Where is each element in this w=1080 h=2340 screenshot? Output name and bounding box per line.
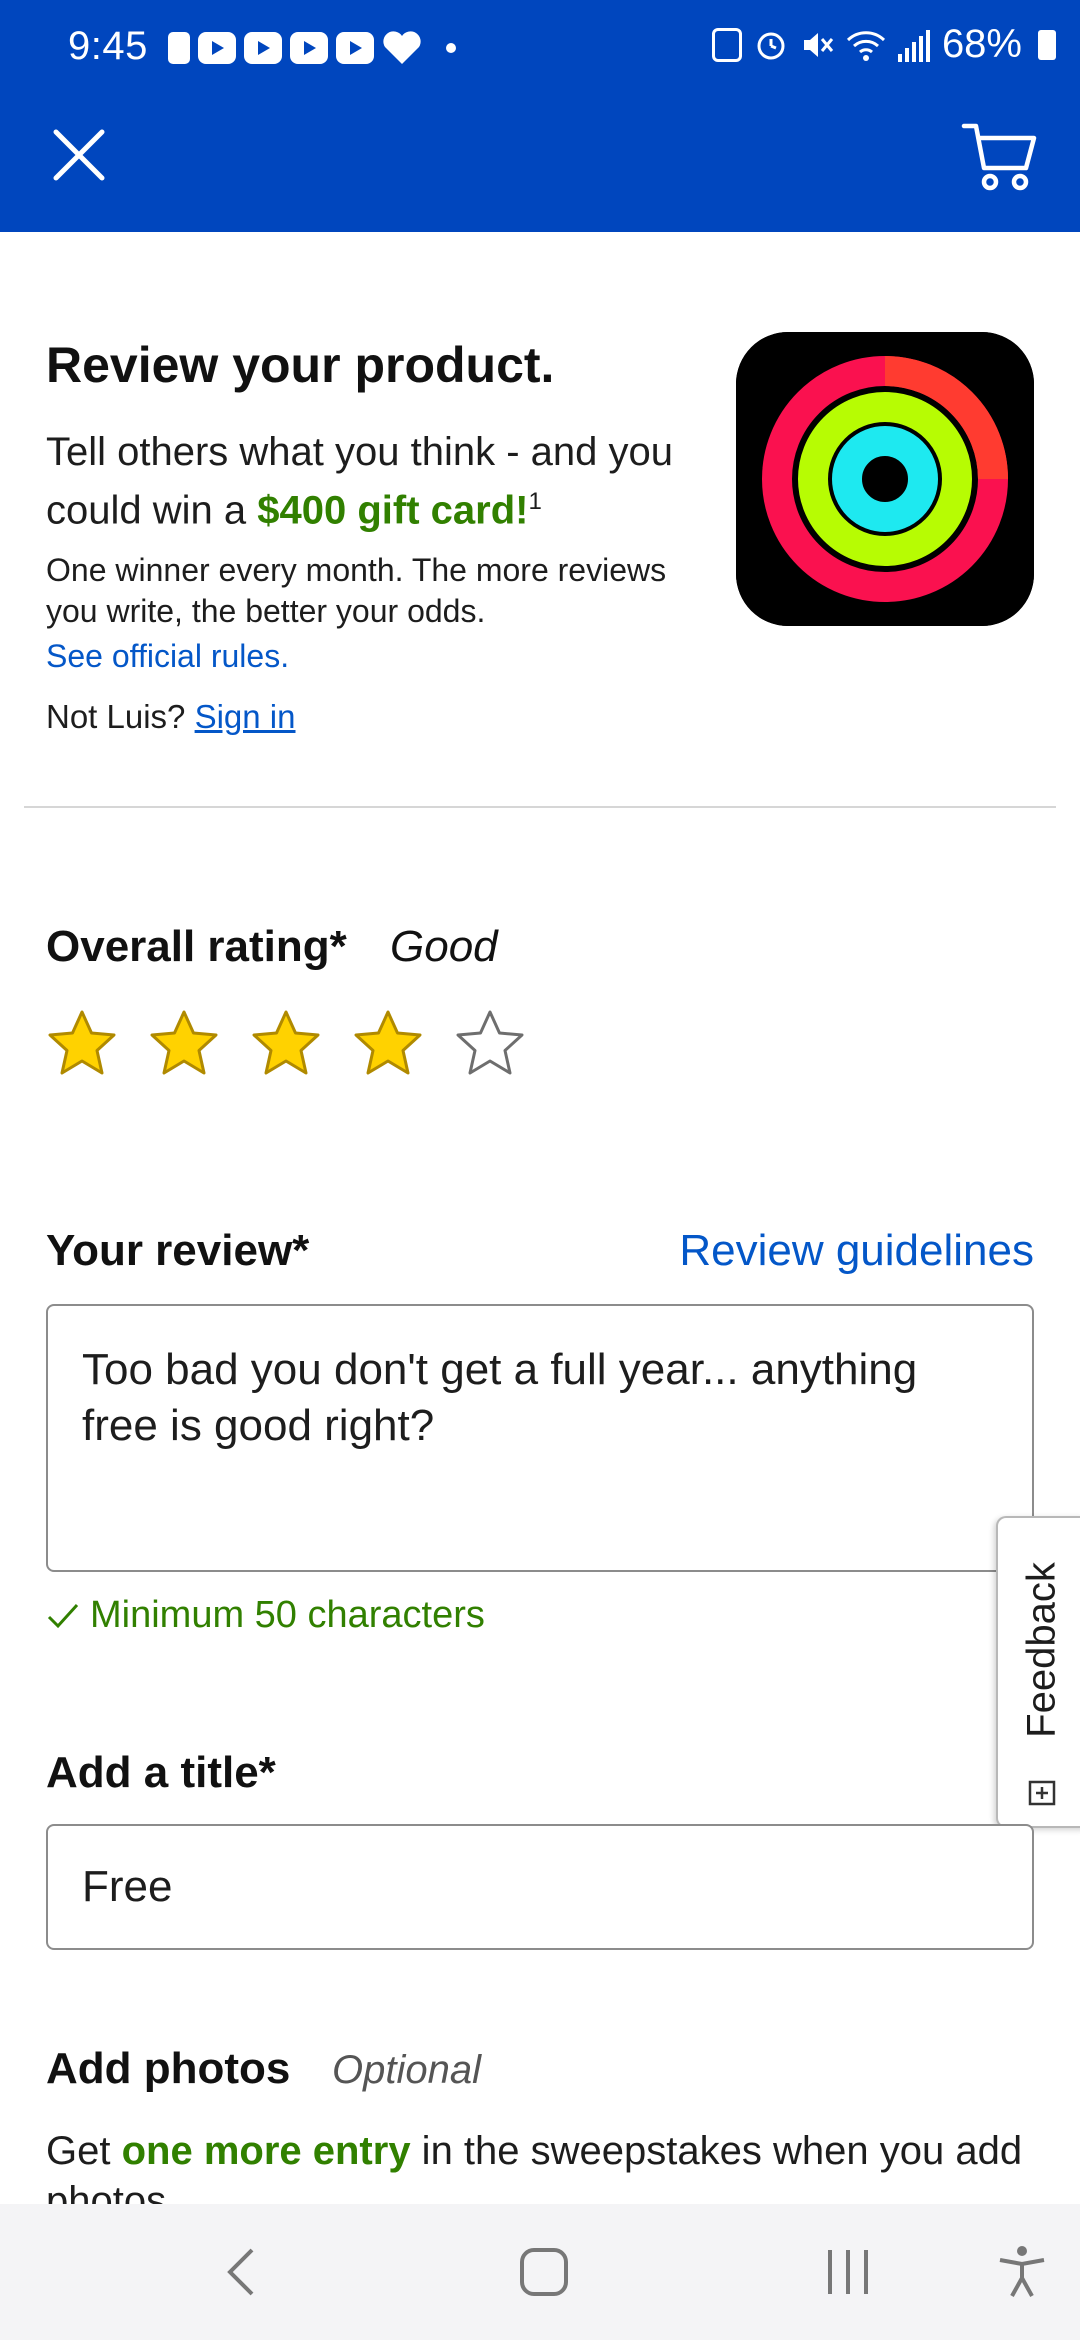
status-bar: 9:45 68% [0, 0, 1080, 100]
battery-percent: 68% [941, 22, 1022, 66]
review-guidelines-link[interactable]: Review guidelines [679, 1226, 1034, 1276]
cart-icon[interactable] [960, 118, 1040, 194]
app-bar [0, 100, 1080, 232]
star-empty-icon[interactable] [454, 1008, 526, 1080]
notification-icons [168, 30, 456, 66]
validation-text: Minimum 50 characters [90, 1594, 485, 1636]
sign-in-link[interactable]: Sign in [195, 698, 296, 735]
wifi-icon [846, 30, 885, 61]
title-label: Add a title* [46, 1748, 276, 1797]
mute-icon [803, 32, 834, 57]
sweepstakes-details: One winner every month. The more reviews… [46, 552, 667, 629]
star-rating [46, 1008, 526, 1080]
check-icon [47, 1603, 79, 1628]
youtube-icon [198, 32, 236, 64]
footnote-marker: 1 [528, 488, 542, 515]
alarm-icon [757, 32, 785, 59]
optional-tag: Optional [332, 2048, 481, 2092]
feedback-tab[interactable]: Feedback [996, 1516, 1080, 1828]
youtube-icon [290, 32, 328, 64]
youtube-icon [244, 32, 282, 64]
youtube-icon [336, 32, 374, 64]
star-filled-icon[interactable] [352, 1008, 424, 1080]
close-icon[interactable] [46, 122, 112, 188]
title-input[interactable] [46, 1824, 1034, 1950]
photos-description: Get one more entry in the sweepstakes wh… [46, 2126, 1046, 2204]
entry-highlight: one more entry [121, 2129, 411, 2173]
official-rules-link[interactable]: See official rules. [46, 638, 289, 675]
system-icons: 68% [711, 22, 1056, 67]
battery-icon [1038, 29, 1056, 60]
promo-text: Tell others what you think - and you cou… [46, 428, 706, 535]
feedback-plus-icon [1028, 1780, 1056, 1806]
dot-icon [446, 43, 456, 53]
photos-text-start: Get [46, 2129, 122, 2173]
review-textarea[interactable]: Too bad you don't get a full year... any… [46, 1304, 1034, 1572]
divider [24, 806, 1056, 808]
shield-notification-icon [168, 32, 190, 64]
back-icon[interactable] [214, 2242, 274, 2302]
star-filled-icon[interactable] [148, 1008, 220, 1080]
signal-icon [897, 28, 930, 62]
rating-value-text: Good [390, 922, 498, 971]
rating-label: Overall rating* [46, 922, 347, 971]
heart-app-icon [383, 31, 421, 65]
activity-rings-app-icon [736, 332, 1034, 626]
gift-card-highlight: $400 gift card! [257, 488, 529, 533]
system-nav-bar [0, 2204, 1080, 2340]
star-filled-icon[interactable] [250, 1008, 322, 1080]
status-time: 9:45 [68, 24, 148, 68]
recents-icon[interactable] [818, 2242, 878, 2302]
star-filled-icon[interactable] [46, 1008, 118, 1080]
accessibility-icon[interactable] [992, 2242, 1052, 2302]
product-image [736, 332, 1034, 626]
page-title: Review your product. [46, 337, 555, 393]
not-user-text: Not Luis? [46, 698, 186, 735]
photos-label: Add photos [46, 2044, 291, 2093]
account-line: Not Luis? Sign in [46, 698, 296, 736]
home-icon[interactable] [514, 2242, 574, 2302]
review-label: Your review* [46, 1226, 310, 1275]
feedback-label: Feedback [1019, 1562, 1064, 1738]
min-characters-validation: Minimum 50 characters [46, 1594, 485, 1637]
battery-saver-icon [711, 27, 742, 62]
